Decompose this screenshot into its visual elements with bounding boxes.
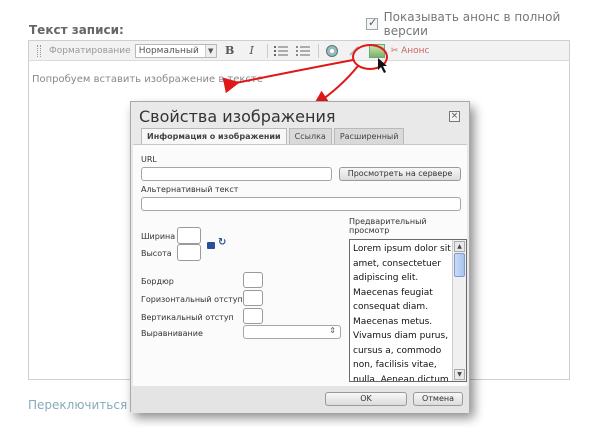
format-label: Форматирование xyxy=(49,45,131,56)
width-label: Ширина xyxy=(141,232,176,241)
alt-text-input[interactable] xyxy=(141,197,461,211)
show-full-label: Показывать анонс в полной версии xyxy=(383,10,561,38)
field-label: Текст записи: xyxy=(29,23,124,37)
annotation-circle xyxy=(352,44,388,70)
tab-advanced[interactable]: Расширенный xyxy=(333,128,405,144)
preview-label: Предварительный просмотр xyxy=(349,217,427,235)
anons-label: Анонс xyxy=(401,45,430,56)
scroll-down-icon[interactable]: ▼ xyxy=(454,369,465,380)
scroll-up-icon[interactable]: ▲ xyxy=(454,241,465,252)
preview-text: Lorem ipsum dolor sit amet, consectetuer… xyxy=(353,244,451,382)
close-icon[interactable]: × xyxy=(449,111,460,122)
bold-button[interactable]: B xyxy=(221,43,239,59)
vspace-input[interactable] xyxy=(243,308,263,324)
border-input[interactable] xyxy=(243,272,263,288)
preview-scrollbar[interactable]: ▲ ▼ xyxy=(452,240,466,381)
url-input[interactable] xyxy=(141,167,332,181)
height-input[interactable] xyxy=(177,244,201,261)
width-input[interactable] xyxy=(177,227,201,244)
image-properties-dialog: Свойства изображения × Информация о изоб… xyxy=(130,101,470,413)
toolbar-grip[interactable] xyxy=(37,44,41,57)
bulleted-list-icon[interactable] xyxy=(294,43,312,59)
editor-toolbar: Форматирование Нормальный ▼ B I ✂ Анонс xyxy=(29,41,569,61)
show-full-version-option[interactable]: Показывать анонс в полной версии xyxy=(366,10,600,38)
border-label: Бордюр xyxy=(141,277,174,286)
select-arrows-icon: ⇕ xyxy=(329,326,336,335)
ok-button[interactable]: OK xyxy=(325,392,407,406)
tab-link[interactable]: Ссылка xyxy=(288,128,332,144)
anons-button[interactable]: ✂ Анонс xyxy=(391,46,430,56)
chevron-down-icon: ▼ xyxy=(204,44,216,57)
scroll-thumb[interactable] xyxy=(454,253,465,277)
numbered-list-icon[interactable] xyxy=(272,43,290,59)
preview-box: Lorem ipsum dolor sit amet, consectetuer… xyxy=(349,239,467,382)
link-icon[interactable] xyxy=(323,43,341,59)
alt-text-label: Альтернативный текст xyxy=(141,185,239,194)
italic-button[interactable]: I xyxy=(243,43,261,59)
align-label: Выравнивание xyxy=(141,329,203,338)
dialog-title: Свойства изображения xyxy=(139,107,336,126)
dialog-tabs: Информация о изображении Ссылка Расширен… xyxy=(141,128,406,144)
reset-size-icon[interactable]: ↻ xyxy=(218,237,226,248)
anons-icon: ✂ xyxy=(390,45,399,56)
dialog-footer: OK Отмена xyxy=(131,386,469,413)
dialog-body: URL Просмотреть на сервере Альтернативны… xyxy=(133,144,467,386)
height-label: Высота xyxy=(141,249,172,258)
lock-icon[interactable] xyxy=(207,242,215,249)
align-select[interactable]: ⇕ xyxy=(243,325,341,339)
tab-image-info[interactable]: Информация о изображении xyxy=(141,128,287,144)
browse-server-button[interactable]: Просмотреть на сервере xyxy=(339,167,461,181)
hspace-label: Горизонтальный отступ xyxy=(141,295,243,304)
toolbar-separator xyxy=(317,43,319,58)
show-full-checkbox[interactable] xyxy=(366,16,378,30)
toolbar-separator xyxy=(266,43,268,58)
cancel-button[interactable]: Отмена xyxy=(413,392,463,406)
format-value: Нормальный xyxy=(138,45,199,56)
editor-content[interactable]: Попробуем вставить изображение в тексте xyxy=(32,74,263,85)
url-label: URL xyxy=(141,155,157,164)
hspace-input[interactable] xyxy=(243,290,263,306)
format-select[interactable]: Нормальный ▼ xyxy=(134,43,217,58)
vspace-label: Вертикальный отступ xyxy=(141,313,234,322)
